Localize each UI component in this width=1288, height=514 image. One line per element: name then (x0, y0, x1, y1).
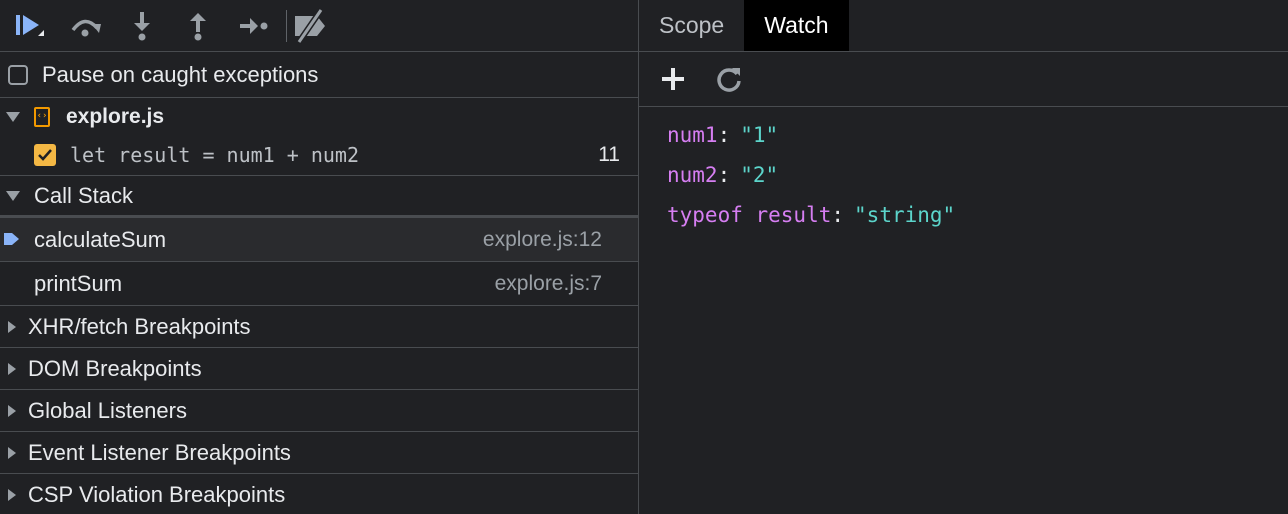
scope-watch-panel: Scope Watch num1: "1" num2: "2" typeof r… (639, 0, 1288, 514)
pause-on-caught-checkbox[interactable] (8, 64, 28, 85)
breakpoint-checkbox[interactable] (34, 144, 56, 166)
refresh-icon (717, 68, 741, 92)
section-global-listeners[interactable]: Global Listeners (0, 390, 638, 432)
current-frame-arrow-icon (4, 233, 19, 245)
step-over-button[interactable] (66, 6, 106, 46)
section-dom-breakpoints[interactable]: DOM Breakpoints (0, 348, 638, 390)
watch-separator: : (831, 203, 845, 227)
deactivate-breakpoints-icon (295, 7, 325, 44)
watch-expression-value: "2" (740, 163, 779, 187)
watch-separator: : (717, 163, 731, 187)
file-icon: ‹› (34, 107, 50, 127)
step-into-button[interactable] (122, 6, 162, 46)
scope-watch-tabs: Scope Watch (639, 0, 1288, 52)
step-button[interactable] (234, 6, 274, 46)
chevron-right-icon (8, 362, 16, 375)
call-frame-name: printSum (34, 270, 123, 296)
call-stack-header[interactable]: Call Stack (0, 176, 638, 218)
refresh-watch-button[interactable] (713, 63, 745, 95)
resume-icon (16, 14, 44, 36)
step-into-icon (134, 11, 150, 40)
call-frame-name: calculateSum (34, 226, 167, 252)
step-out-icon (190, 12, 206, 40)
breakpoint-file-name: explore.js (66, 105, 165, 128)
watch-toolbar (639, 52, 1288, 107)
debugger-sidebar: Pause on caught exceptions ‹› explore.js… (0, 0, 639, 514)
step-out-button[interactable] (178, 6, 218, 46)
section-csp-violation-breakpoints[interactable]: CSP Violation Breakpoints (0, 474, 638, 514)
deactivate-breakpoints-button[interactable] (291, 6, 331, 46)
chevron-right-icon (8, 320, 16, 333)
tab-scope[interactable]: Scope (639, 0, 744, 51)
chevron-right-icon (8, 488, 16, 501)
debugger-panel: Pause on caught exceptions ‹› explore.js… (0, 0, 1288, 514)
debugger-toolbar (0, 0, 638, 52)
section-label: DOM Breakpoints (28, 355, 202, 381)
watch-expression-value: "string" (854, 203, 956, 227)
call-frame-location[interactable]: explore.js:7 (495, 272, 602, 296)
section-xhr-fetch-breakpoints[interactable]: XHR/fetch Breakpoints (0, 306, 638, 348)
chevron-right-icon (8, 446, 16, 459)
breakpoint-line-number: 11 (598, 143, 620, 166)
breakpoints-group: ‹› explore.js let result = num1 + num2 1… (0, 98, 638, 176)
breakpoint-file-header[interactable]: ‹› explore.js (0, 98, 638, 136)
watch-expression[interactable]: num1: "1" (667, 115, 1288, 155)
watch-expression-name: num2 (667, 163, 718, 187)
checkmark-icon (38, 149, 52, 161)
section-label: Global Listeners (28, 397, 187, 423)
call-frame[interactable]: calculateSum explore.js:12 (0, 218, 638, 262)
watch-expression-name: num1 (667, 123, 718, 147)
call-stack-title: Call Stack (34, 182, 134, 208)
watch-separator: : (717, 123, 731, 147)
section-event-listener-breakpoints[interactable]: Event Listener Breakpoints (0, 432, 638, 474)
watch-expression-name: typeof result (667, 203, 832, 227)
call-frame-location[interactable]: explore.js:12 (483, 228, 602, 252)
watch-expression-value: "1" (740, 123, 779, 147)
chevron-down-icon (6, 112, 20, 122)
chevron-right-icon (8, 404, 16, 417)
pause-on-caught-exceptions[interactable]: Pause on caught exceptions (0, 52, 638, 98)
resume-button[interactable] (10, 6, 50, 46)
breakpoint-code: let result = num1 + num2 (70, 143, 359, 167)
watch-expression-list: num1: "1" num2: "2" typeof result: "string" (639, 107, 1288, 235)
add-watch-expression-button[interactable] (657, 63, 689, 95)
chevron-down-icon (6, 190, 20, 201)
toolbar-separator (286, 9, 287, 42)
watch-expression[interactable]: num2: "2" (667, 155, 1288, 195)
pause-on-caught-label: Pause on caught exceptions (42, 61, 319, 87)
call-frame[interactable]: printSum explore.js:7 (0, 262, 638, 306)
watch-expression[interactable]: typeof result: "string" (667, 195, 1288, 235)
breakpoint-item[interactable]: let result = num1 + num2 11 (0, 136, 638, 174)
section-label: XHR/fetch Breakpoints (28, 313, 251, 339)
step-icon (240, 17, 268, 34)
tab-watch[interactable]: Watch (744, 0, 849, 51)
section-label: Event Listener Breakpoints (28, 439, 291, 465)
step-over-icon (71, 19, 101, 36)
section-label: CSP Violation Breakpoints (28, 481, 286, 507)
plus-icon (662, 68, 684, 90)
